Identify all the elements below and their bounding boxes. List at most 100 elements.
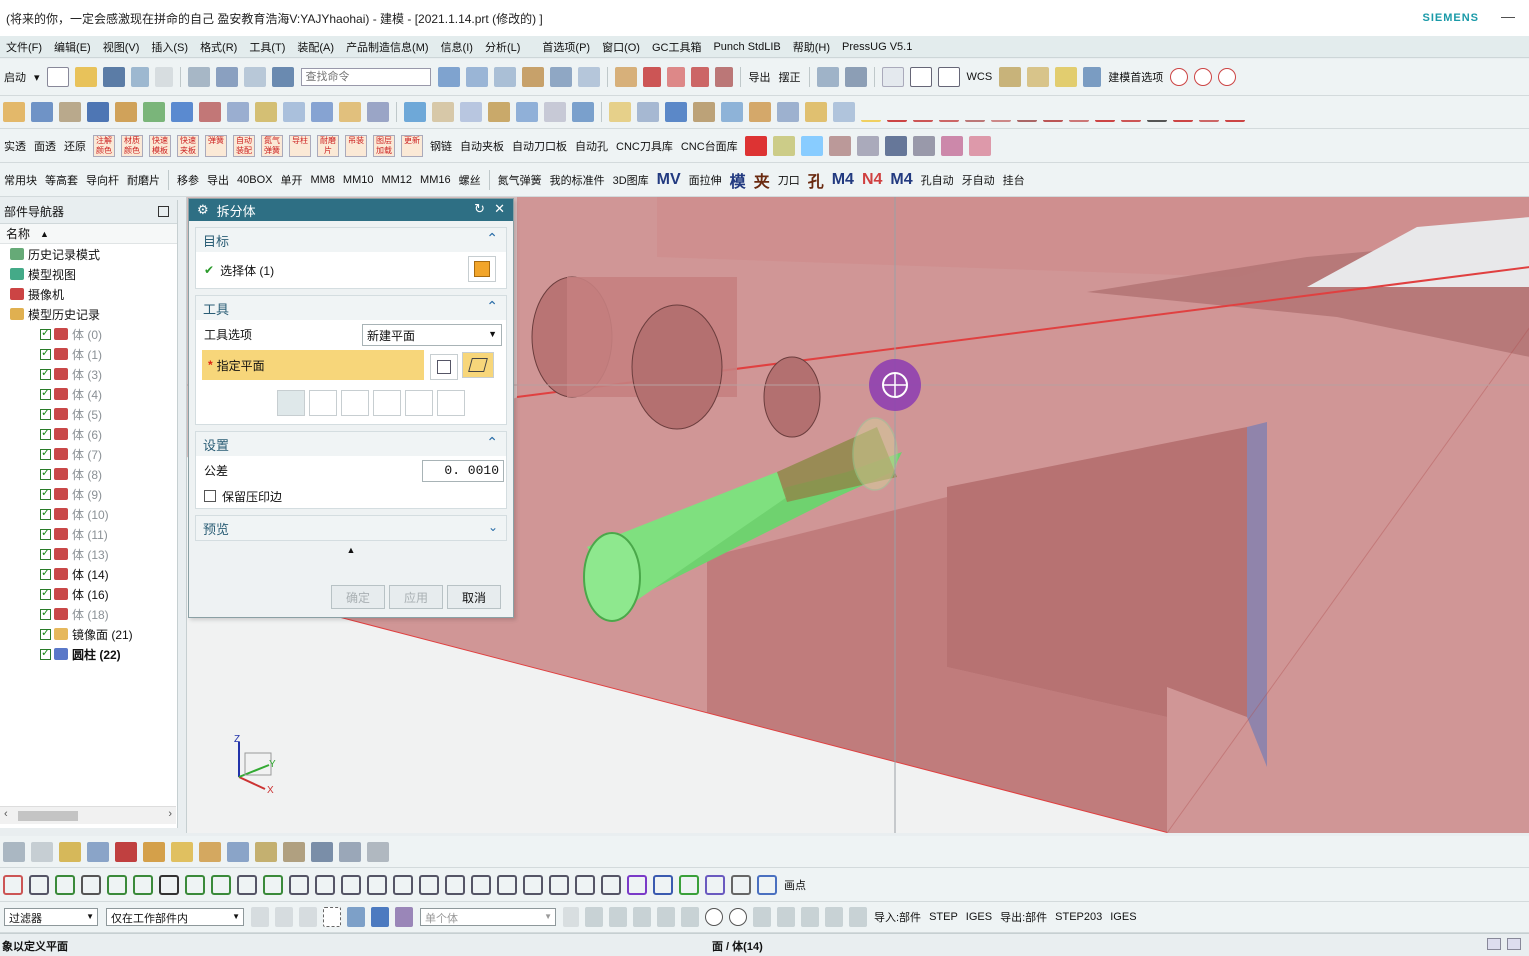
snap-mid-icon[interactable] (633, 907, 651, 927)
status-icon-1[interactable] (1487, 938, 1501, 950)
snap-curve-icon[interactable] (777, 907, 795, 927)
mold-shortcut-button[interactable]: MM16 (420, 174, 451, 186)
utility-tool-icon[interactable] (255, 841, 277, 862)
sketch-curve-icon[interactable] (1199, 102, 1219, 122)
open-folder-icon[interactable] (74, 67, 97, 87)
plane-method-angle-icon[interactable] (341, 390, 369, 416)
export-iges-button[interactable]: IGES (1110, 911, 1136, 923)
sketch-tool-icon[interactable] (81, 874, 101, 895)
mold-shortcut-button[interactable]: MM12 (381, 174, 412, 186)
snap-control-icon[interactable] (657, 907, 675, 927)
quick-tool-button[interactable]: CNC台面库 (681, 138, 738, 154)
feature-tool-icon[interactable] (227, 102, 249, 122)
visibility-checkbox[interactable] (40, 466, 51, 480)
sketch-curve-icon[interactable] (1173, 102, 1193, 122)
mold-shortcut-button[interactable]: 3D图库 (613, 172, 649, 188)
arc-icon[interactable] (666, 67, 685, 87)
mold-tool-icon[interactable] (856, 135, 879, 156)
sketch-tool-icon[interactable] (445, 874, 465, 895)
tree-item[interactable]: 体 (4) (0, 384, 177, 404)
more-options-icon[interactable]: ▲ (189, 545, 513, 555)
feature-tool-icon[interactable] (460, 102, 482, 122)
sketch-tool-icon[interactable] (419, 874, 439, 895)
mold-shortcut-button[interactable]: 常用块 (4, 172, 37, 188)
sketch-tool-icon[interactable] (627, 874, 647, 895)
plane-method-point-icon[interactable] (405, 390, 433, 416)
model-preferences-button[interactable]: 建模首选项 (1108, 69, 1163, 85)
snap-point-icon[interactable] (585, 907, 603, 927)
feature-tool-icon[interactable] (609, 102, 631, 122)
tree-item[interactable]: 体 (10) (0, 504, 177, 524)
snap-face-icon[interactable] (801, 907, 819, 927)
menu-item[interactable]: 文件(F) (0, 39, 48, 55)
navigator-scrollbar[interactable]: ‹ › (0, 806, 176, 824)
utility-tool-icon[interactable] (59, 841, 81, 862)
mold-shortcut-button[interactable]: 等高套 (45, 172, 78, 188)
mold-shortcut-button[interactable]: 导出 (207, 172, 229, 188)
scroll-right-icon[interactable]: › (168, 808, 172, 820)
sketch-tool-icon[interactable] (263, 874, 283, 895)
tree-item[interactable]: 体 (18) (0, 604, 177, 624)
sketch-curve-icon[interactable] (939, 102, 959, 122)
sketch-tool-icon[interactable] (705, 874, 725, 895)
mold-shortcut-button[interactable]: 挂台 (1003, 172, 1025, 188)
export-part-button[interactable]: 导出:部件 (1000, 909, 1047, 925)
quick-tool-button[interactable]: 自动夹板 (460, 138, 504, 154)
quick-tool-button[interactable]: 钢链 (430, 138, 452, 154)
sketch-tool-icon[interactable] (471, 874, 491, 895)
snap-quadrant-icon[interactable] (729, 908, 747, 926)
snap-intersect-icon[interactable] (681, 907, 699, 927)
single-body-select[interactable]: 单个体 ▼ (420, 908, 556, 926)
menu-item[interactable]: PressUG V5.1 (836, 41, 918, 53)
sketch-curve-icon[interactable] (1043, 102, 1063, 122)
plane-type-button[interactable] (462, 352, 494, 378)
sew-icon[interactable] (549, 67, 572, 87)
visibility-checkbox[interactable] (40, 326, 51, 340)
visibility-checkbox[interactable] (40, 586, 51, 600)
tree-item[interactable]: 体 (13) (0, 544, 177, 564)
menu-item[interactable]: 产品制造信息(M) (340, 39, 435, 55)
quick-tool-button[interactable]: 弹簧 (205, 134, 227, 157)
mold-shortcut-button[interactable]: 夹 (754, 168, 770, 192)
feature-tool-icon[interactable] (31, 102, 53, 122)
specify-plane-field[interactable]: * 指定平面 (202, 350, 424, 380)
feature-tool-icon[interactable] (777, 102, 799, 122)
status-icon-2[interactable] (1507, 938, 1521, 950)
collapse-up-icon[interactable]: ⌃ (486, 434, 498, 451)
mold-shortcut-button[interactable]: M4 (890, 171, 912, 189)
select-body-row[interactable]: ✔ 选择体 (1) (196, 252, 506, 288)
utility-tool-icon[interactable] (3, 841, 25, 862)
tree-item[interactable]: 体 (14) (0, 564, 177, 584)
minimize-button[interactable]: — (1501, 8, 1515, 24)
feature-tool-icon[interactable] (488, 102, 510, 122)
mold-shortcut-button[interactable]: 40BOX (237, 174, 272, 186)
feature-tool-icon[interactable] (87, 102, 109, 122)
sketch-tool-icon[interactable] (107, 874, 127, 895)
mold-shortcut-button[interactable]: 孔自动 (921, 172, 954, 188)
menu-item[interactable]: 编辑(E) (48, 39, 97, 55)
utility-tool-icon[interactable] (87, 841, 109, 862)
plane-dialog-button[interactable] (430, 354, 458, 380)
scope-select[interactable]: 仅在工作部件内 ▼ (106, 908, 244, 926)
cylinder-end-face[interactable] (583, 532, 641, 622)
mold-tool-icon[interactable] (968, 135, 991, 156)
sketch-tool-icon[interactable] (653, 874, 673, 895)
feature-tool-icon[interactable] (59, 102, 81, 122)
wcs-menu[interactable]: WCS (967, 71, 993, 83)
sketch-tool-icon[interactable] (523, 874, 543, 895)
sketch-tool-icon[interactable] (315, 874, 335, 895)
snap-bound-icon[interactable] (825, 907, 843, 927)
line-icon[interactable] (881, 67, 904, 87)
scroll-thumb[interactable] (18, 811, 78, 821)
menu-item[interactable]: 信息(I) (435, 39, 479, 55)
expand-down-icon[interactable]: ⌄ (488, 520, 498, 534)
visibility-checkbox[interactable] (40, 626, 51, 640)
sketch-tool-icon[interactable] (159, 874, 179, 895)
snap-existing-icon[interactable] (753, 907, 771, 927)
tree-item[interactable]: 体 (7) (0, 444, 177, 464)
mold-tool-icon[interactable] (912, 135, 935, 156)
quick-tool-button[interactable]: 快速模板 (149, 134, 171, 157)
sketch-tool-icon[interactable] (185, 874, 205, 895)
start-menu[interactable]: 启动 (4, 69, 26, 85)
circle-clock-icon[interactable] (1194, 68, 1213, 86)
